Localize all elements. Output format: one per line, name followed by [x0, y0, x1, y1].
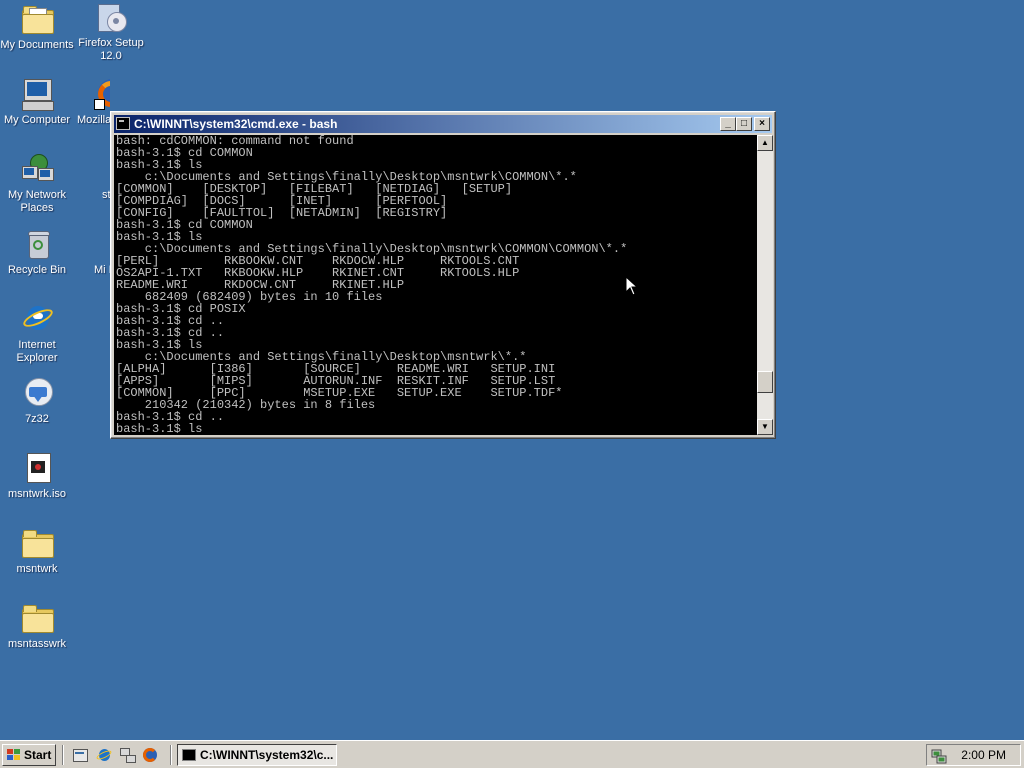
maximize-button[interactable]: □ — [736, 117, 752, 131]
desktop-icon-label: My Network Places — [7, 189, 67, 214]
console-line: bash-3.1$ cd COMMON — [116, 218, 253, 232]
start-button[interactable]: Start — [2, 744, 56, 766]
minimize-button[interactable]: _ — [720, 117, 736, 131]
desktop-icon-msntwrk-iso[interactable]: msntwrk.iso — [0, 453, 74, 501]
desktop-icon-my-documents[interactable]: My Documents — [0, 4, 74, 52]
scroll-up-button[interactable]: ▲ — [757, 135, 773, 151]
taskbar-button-label: C:\WINNT\system32\c... — [200, 748, 334, 762]
7zip-installer-icon — [20, 378, 54, 410]
desktop-icon-label: st — [102, 189, 110, 201]
setup-installer-icon — [94, 2, 128, 34]
console-output[interactable]: bash: cdCOMMON: command not found bash-3.… — [114, 135, 757, 435]
console-line: bash-3.1$ ls — [116, 422, 203, 435]
desktop-icon-label: Firefox Setup 12.0 — [78, 37, 144, 62]
windows-logo-icon — [7, 749, 20, 760]
network-places-icon — [20, 154, 54, 186]
firefox-icon[interactable] — [142, 747, 158, 763]
my-documents-icon — [20, 4, 54, 36]
console-line: bash-3.1$ cd .. — [116, 410, 225, 424]
desktop-icon-label: Recycle Bin — [7, 264, 67, 276]
vertical-scrollbar[interactable]: ▲ ▼ — [757, 135, 773, 435]
desktop-icon-internet-explorer[interactable]: Internet Explorer — [0, 304, 74, 365]
quicklaunch-separator — [170, 745, 172, 765]
desktop-icon-7z32[interactable]: 7z32 — [0, 378, 74, 426]
close-button[interactable]: × — [754, 117, 770, 131]
desktop-icon-label: msntwrk — [16, 563, 58, 575]
desktop-icon-firefox-setup[interactable]: Firefox Setup 12.0 — [74, 2, 148, 63]
taskbar: Start C:\WINNT\system32\c... 2:00 PM — [0, 740, 1024, 768]
desktop-icon-my-computer[interactable]: My Computer — [0, 79, 74, 127]
folder-icon — [20, 528, 54, 560]
system-tray: 2:00 PM — [926, 744, 1021, 766]
taskbar-button-cmd[interactable]: C:\WINNT\system32\c... — [177, 744, 337, 766]
scroll-down-button[interactable]: ▼ — [757, 419, 773, 435]
recycle-bin-icon — [20, 229, 54, 261]
desktop-icon-label: My Documents — [0, 39, 74, 51]
desktop-icon-msntasswrk[interactable]: msntasswrk — [0, 603, 74, 651]
desktop-icon-msntwrk[interactable]: msntwrk — [0, 528, 74, 576]
desktop-icon-label: Mi Inst — [94, 264, 110, 276]
scroll-thumb[interactable] — [757, 371, 773, 393]
desktop-icon-label: msntwrk.iso — [7, 488, 67, 500]
desktop-icon-st[interactable]: st — [74, 154, 110, 202]
console-window[interactable]: C:\WINNT\system32\cmd.exe - bash _ □ × b… — [110, 111, 776, 439]
iso-file-icon — [20, 453, 54, 485]
console-line: bash-3.1$ cd .. — [116, 326, 225, 340]
firefox-icon: ↗ — [94, 79, 110, 111]
my-computer-icon — [20, 79, 54, 111]
desktop-icon-label: 7z32 — [25, 413, 49, 425]
desktop-icon-recycle-bin[interactable]: Recycle Bin — [0, 229, 74, 277]
folder-icon — [20, 603, 54, 635]
console-icon — [182, 749, 196, 761]
window-title: C:\WINNT\system32\cmd.exe - bash — [134, 117, 338, 131]
desktop-icon-label: Internet Explorer — [16, 339, 58, 364]
internet-explorer-icon[interactable] — [95, 747, 113, 763]
quicklaunch-separator — [62, 745, 64, 765]
application-icon — [94, 154, 110, 186]
desktop-icon-my-network-places[interactable]: My Network Places — [0, 154, 74, 215]
console-line: bash-3.1$ cd COMMON — [116, 146, 253, 160]
desktop-icon-label: msntasswrk — [7, 638, 67, 650]
clock[interactable]: 2:00 PM — [961, 745, 1006, 765]
show-desktop-icon[interactable] — [72, 747, 88, 763]
desktop-icon-label: My Computer — [3, 114, 71, 126]
desktop-icon-mi-inst[interactable]: ↗ Mi Inst — [74, 229, 110, 277]
network-icon[interactable] — [119, 747, 136, 763]
start-label: Start — [24, 748, 52, 762]
desktop-icon-label: Mozilla — [77, 114, 110, 126]
network-status-icon[interactable] — [931, 748, 947, 764]
console-icon — [116, 117, 130, 130]
installer-shortcut-icon: ↗ — [94, 229, 110, 261]
mouse-cursor-icon — [625, 276, 639, 296]
desktop-icon-mozilla[interactable]: ↗ Mozilla — [74, 79, 110, 127]
window-titlebar[interactable]: C:\WINNT\system32\cmd.exe - bash _ □ × — [114, 115, 772, 133]
internet-explorer-icon — [20, 304, 56, 336]
